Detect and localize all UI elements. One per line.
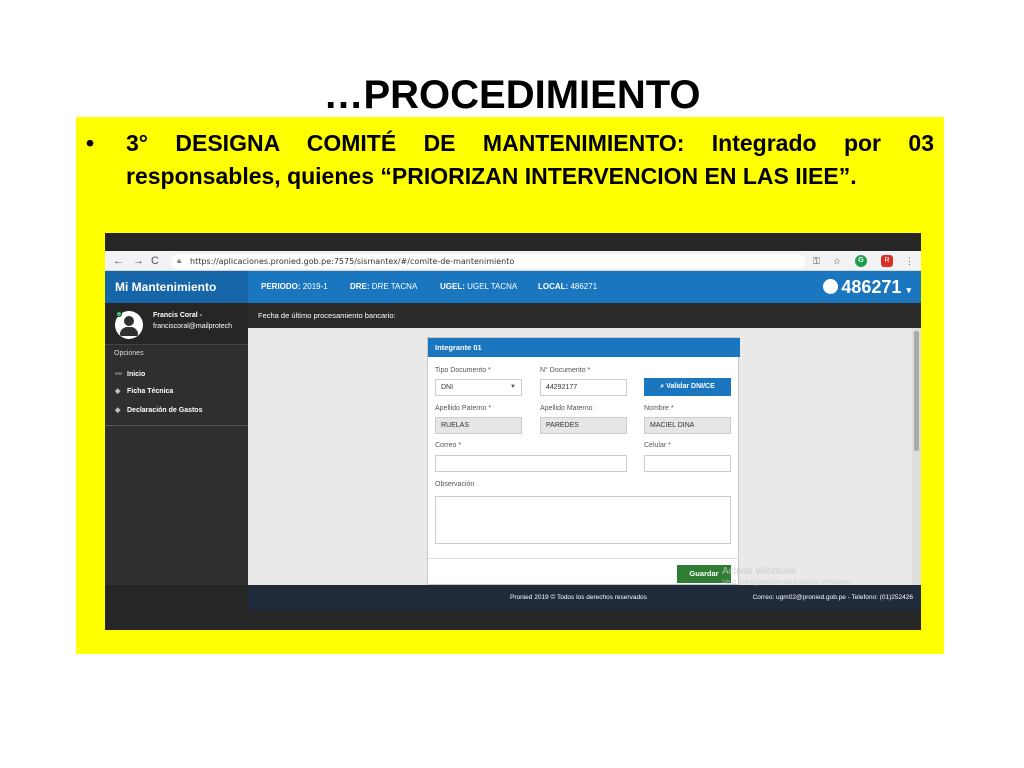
nombre-label: Nombre * — [644, 405, 674, 412]
user-menu[interactable]: 486271 ▾ — [823, 271, 911, 306]
sidebar-divider — [105, 425, 248, 426]
numero-documento-input[interactable]: 44292177 — [540, 379, 627, 396]
info-bar: Fecha de último procesamiento bancario: — [248, 303, 921, 328]
back-icon[interactable]: ← — [113, 254, 124, 268]
footer-contact: Correo: ugm02@pronied.gob.pe - Telefono:… — [752, 594, 913, 601]
chart-line-icon: 〰 — [115, 371, 122, 378]
user-avatar-icon — [823, 279, 839, 294]
correo-label: Correo * — [435, 442, 462, 449]
browser-toolbar: ← → C 🔒︎ https://aplicaciones.pronied.go… — [105, 251, 921, 271]
correo-input[interactable] — [435, 455, 627, 472]
celular-label: Celular * — [644, 442, 671, 449]
sidebar-section-label: Opciones — [114, 350, 144, 357]
nombre-field: MACIEL DINA — [644, 417, 731, 434]
profile-name: Francis Coral - — [153, 312, 203, 319]
numero-documento-label: N° Documento * — [540, 367, 591, 374]
forward-icon[interactable]: → — [133, 254, 144, 268]
windows-watermark-subtext: Ve a Configuración para activar Windows. — [722, 579, 852, 586]
apellido-paterno-field: RUELAS — [435, 417, 522, 434]
form-divider — [428, 558, 740, 559]
bullet-marker: • — [86, 130, 95, 156]
scrollbar[interactable] — [912, 328, 921, 585]
tipo-documento-select[interactable]: DNI ▼ — [435, 379, 522, 396]
apellido-materno-field: PAREDES — [540, 417, 627, 434]
observacion-textarea[interactable] — [435, 496, 731, 544]
layers-icon: ◈ — [115, 388, 121, 395]
profile-email: franciscoral@mailprotech — [153, 323, 233, 330]
slide-title: …PROCEDIMIENTO — [323, 73, 701, 117]
sidebar-item-declaracion-gastos[interactable]: ◈ Declaración de Gastos — [115, 406, 202, 414]
dre-info: DRE: DRE TACNA — [350, 282, 418, 291]
app-screenshot: ← → C 🔒︎ https://aplicaciones.pronied.go… — [105, 233, 921, 630]
form-header: Integrante 01 — [428, 338, 740, 357]
key-icon[interactable]: ⚿ — [813, 254, 820, 268]
validar-dni-button[interactable]: ⌕ Validar DNI/CE — [644, 378, 731, 396]
profile-icon[interactable]: R — [881, 255, 893, 267]
menu-dots-icon[interactable]: ⋮ — [905, 254, 914, 268]
integrante-form: Integrante 01 Tipo Documento * DNI ▼ N° D… — [427, 337, 740, 585]
ugel-info: UGEL: UGEL TACNA — [440, 282, 518, 291]
search-icon: ⌕ — [660, 383, 665, 390]
local-info: LOCAL: 486271 — [538, 282, 598, 291]
tipo-documento-label: Tipo Documento * — [435, 367, 491, 374]
reload-icon[interactable]: C — [151, 254, 159, 268]
user-code: 486271 — [841, 277, 902, 297]
online-status-icon — [116, 311, 122, 317]
observacion-label: Observación — [435, 481, 475, 488]
url-text[interactable]: https://aplicaciones.pronied.gob.pe:7575… — [190, 254, 514, 269]
sidebar-item-ficha-tecnica[interactable]: ◈ Ficha Técnica — [115, 387, 173, 395]
sidebar-item-inicio[interactable]: 〰 Inicio — [115, 369, 145, 379]
app-brand[interactable]: Mi Mantenimiento — [105, 271, 248, 303]
bullet-text: 3° DESIGNA COMITÉ DE MANTENIMIENTO: Inte… — [126, 130, 934, 189]
user-profile: Francis Coral - franciscoral@mailprotech — [105, 303, 248, 345]
sidebar: Francis Coral - franciscoral@mailprotech… — [105, 303, 248, 585]
scroll-thumb[interactable] — [914, 331, 919, 451]
celular-input[interactable] — [644, 455, 731, 472]
lock-icon: 🔒︎ — [177, 256, 182, 265]
apellido-paterno-label: Apellido Paterno * — [435, 405, 492, 412]
periodo-info: PERIODO: 2019-1 — [261, 282, 328, 291]
caret-down-icon: ▾ — [906, 285, 911, 295]
apellido-materno-label: Apellido Materno — [540, 405, 593, 412]
windows-watermark: Activar Windows — [722, 566, 796, 577]
app-footer: Pronied 2019 © Todos los derechos reserv… — [248, 585, 921, 610]
footer-copyright: Pronied 2019 © Todos los derechos reserv… — [510, 594, 647, 601]
layers-icon: ◈ — [115, 407, 121, 414]
star-icon[interactable]: ☆ — [833, 254, 841, 268]
grammarly-icon[interactable]: G — [855, 255, 867, 267]
chevron-down-icon: ▼ — [510, 384, 516, 390]
app-header: Mi Mantenimiento PERIODO: 2019-1 DRE: DR… — [105, 271, 921, 303]
